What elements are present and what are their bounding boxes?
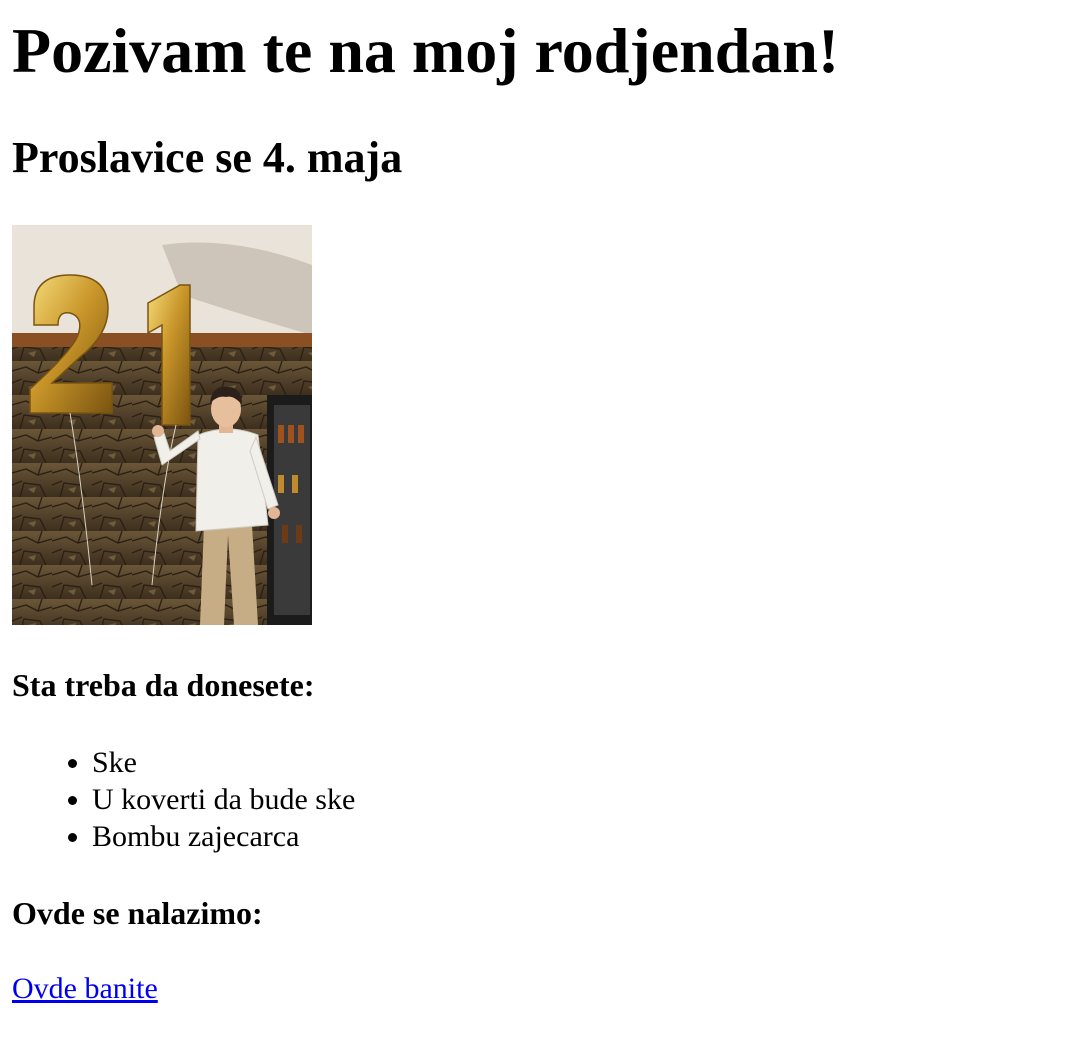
bring-heading: Sta treba da donesete:	[12, 667, 315, 703]
bring-list: Ske U koverti da bude ske Bombu zajecarc…	[12, 744, 355, 855]
location-heading: Ovde se nalazimo:	[12, 895, 263, 931]
page-title: Pozivam te na moj rodjendan!	[12, 15, 840, 86]
list-item: Ske	[92, 744, 355, 781]
birthday-photo	[12, 225, 312, 625]
location-link[interactable]: Ovde banite	[12, 970, 158, 1007]
list-item: Bombu zajecarca	[92, 818, 355, 855]
page-subtitle: Proslavice se 4. maja	[12, 133, 403, 182]
list-item: U koverti da bude ske	[92, 781, 355, 818]
